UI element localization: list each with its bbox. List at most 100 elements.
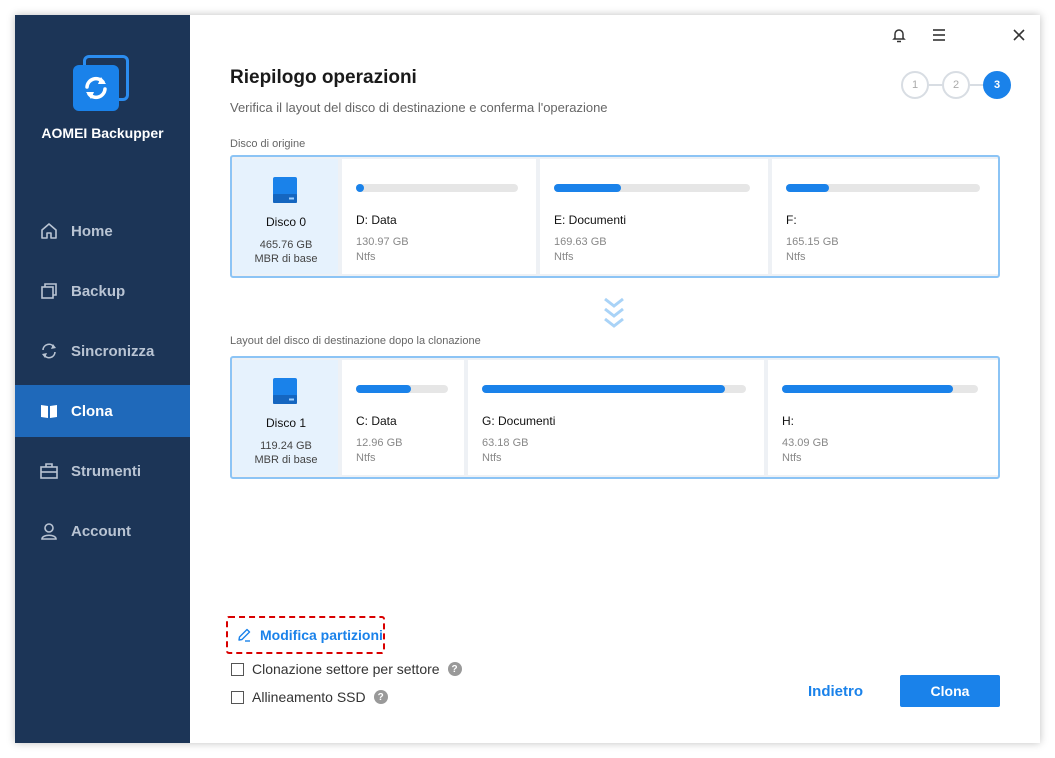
sidebar-item-label: Home bbox=[71, 222, 113, 240]
partition-card[interactable]: F: 165.15 GB Ntfs bbox=[772, 159, 998, 274]
sidebar-nav: Home Backup Sincronizza Clona Strumenti … bbox=[15, 205, 190, 565]
ssd-alignment-option[interactable]: Allineamento SSD ? bbox=[231, 689, 388, 705]
edit-partitions-link[interactable]: Modifica partizioni bbox=[226, 616, 385, 654]
source-disk-card[interactable]: Disco 0 465.76 GB MBR di base D: Data 13… bbox=[230, 155, 1000, 278]
usage-bar bbox=[782, 385, 978, 393]
partition-filesystem: Ntfs bbox=[356, 452, 376, 464]
step-connector bbox=[929, 84, 942, 86]
partition-size: 43.09 GB bbox=[782, 437, 829, 449]
sidebar-item-backup[interactable]: Backup bbox=[15, 265, 190, 317]
pencil-icon bbox=[238, 628, 251, 642]
step-1: 1 bbox=[901, 71, 929, 99]
source-disk-info: Disco 0 465.76 GB MBR di base bbox=[234, 159, 338, 274]
usage-fill bbox=[782, 385, 953, 393]
ssd-alignment-checkbox[interactable] bbox=[231, 690, 244, 704]
help-icon[interactable]: ? bbox=[373, 690, 388, 704]
help-icon[interactable]: ? bbox=[447, 662, 462, 676]
disk-type: MBR di base bbox=[254, 454, 318, 466]
partition-filesystem: Ntfs bbox=[782, 452, 802, 464]
partition-name: H: bbox=[782, 414, 794, 428]
usage-fill bbox=[554, 184, 621, 192]
partition-card[interactable]: D: Data 130.97 GB Ntfs bbox=[342, 159, 536, 274]
hard-disk-icon bbox=[273, 378, 297, 404]
partition-card[interactable]: C: Data 12.96 GB Ntfs bbox=[342, 360, 464, 475]
partition-filesystem: Ntfs bbox=[554, 251, 574, 263]
step-indicator: 1 2 3 bbox=[901, 71, 1011, 99]
back-button[interactable]: Indietro bbox=[808, 683, 863, 700]
disk-type: MBR di base bbox=[254, 253, 318, 265]
clone-button[interactable]: Clona bbox=[900, 675, 1000, 707]
menu-icon[interactable] bbox=[929, 25, 949, 45]
partition-card[interactable]: H: 43.09 GB Ntfs bbox=[768, 360, 998, 475]
close-icon[interactable] bbox=[1009, 25, 1029, 45]
bell-icon[interactable] bbox=[889, 25, 909, 45]
partition-filesystem: Ntfs bbox=[786, 251, 806, 263]
account-icon bbox=[39, 521, 59, 541]
sidebar-item-label: Strumenti bbox=[71, 462, 142, 480]
destination-disk-label: Layout del disco di destinazione dopo la… bbox=[230, 335, 481, 347]
sector-by-sector-option[interactable]: Clonazione settore per settore ? bbox=[231, 661, 462, 677]
chevron-down-icon bbox=[604, 297, 624, 328]
partition-card[interactable]: G: Documenti 63.18 GB Ntfs bbox=[468, 360, 764, 475]
partition-filesystem: Ntfs bbox=[482, 452, 502, 464]
hard-disk-icon bbox=[273, 177, 297, 203]
sync-icon bbox=[39, 341, 59, 361]
sidebar-item-label: Sincronizza bbox=[71, 342, 155, 360]
sidebar-item-sync[interactable]: Sincronizza bbox=[15, 325, 190, 377]
main-panel: Riepilogo operazioni Verifica il layout … bbox=[190, 15, 1040, 743]
sidebar: AOMEI Backupper Home Backup Sincronizza bbox=[15, 15, 190, 743]
sidebar-item-account[interactable]: Account bbox=[15, 505, 190, 557]
usage-fill bbox=[786, 184, 829, 192]
usage-bar bbox=[786, 184, 980, 192]
usage-bar bbox=[482, 385, 746, 393]
destination-disk-card[interactable]: Disco 1 119.24 GB MBR di base C: Data 12… bbox=[230, 356, 1000, 479]
sidebar-item-home[interactable]: Home bbox=[15, 205, 190, 257]
usage-bar bbox=[356, 184, 518, 192]
sidebar-item-label: Account bbox=[71, 522, 131, 540]
partition-name: G: Documenti bbox=[482, 414, 556, 428]
usage-bar bbox=[356, 385, 448, 393]
usage-fill bbox=[482, 385, 725, 393]
partition-card[interactable]: E: Documenti 169.63 GB Ntfs bbox=[540, 159, 768, 274]
disk-name: Disco 1 bbox=[265, 416, 306, 430]
partition-name: E: Documenti bbox=[554, 213, 627, 227]
partition-name: C: Data bbox=[356, 414, 397, 428]
clone-icon bbox=[39, 401, 59, 421]
sector-by-sector-checkbox[interactable] bbox=[231, 662, 244, 676]
partition-size: 63.18 GB bbox=[482, 437, 529, 449]
sidebar-item-tools[interactable]: Strumenti bbox=[15, 445, 190, 497]
page-subtitle: Verifica il layout del disco di destinaz… bbox=[230, 100, 608, 115]
app-window: AOMEI Backupper Home Backup Sincronizza bbox=[15, 15, 1040, 743]
backup-icon bbox=[39, 281, 59, 301]
step-connector bbox=[970, 84, 983, 86]
usage-bar bbox=[554, 184, 750, 192]
partition-size: 165.15 GB bbox=[786, 236, 839, 248]
partition-size: 12.96 GB bbox=[356, 437, 403, 449]
source-disk-label: Disco di origine bbox=[230, 138, 306, 150]
sector-by-sector-label: Clonazione settore per settore bbox=[252, 661, 440, 677]
step-3: 3 bbox=[983, 71, 1011, 99]
sidebar-item-label: Clona bbox=[71, 402, 113, 420]
disk-name: Disco 0 bbox=[265, 215, 306, 229]
app-name: AOMEI Backupper bbox=[41, 125, 164, 141]
partition-name: D: Data bbox=[356, 213, 397, 227]
app-logo bbox=[73, 55, 131, 113]
step-2: 2 bbox=[942, 71, 970, 99]
sidebar-item-label: Backup bbox=[71, 282, 126, 300]
sidebar-item-clone[interactable]: Clona bbox=[15, 385, 190, 437]
partition-size: 169.63 GB bbox=[554, 236, 607, 248]
partition-size: 130.97 GB bbox=[356, 236, 409, 248]
tools-icon bbox=[39, 461, 59, 481]
partition-filesystem: Ntfs bbox=[356, 251, 376, 263]
destination-disk-info: Disco 1 119.24 GB MBR di base bbox=[234, 360, 338, 475]
home-icon bbox=[39, 221, 59, 241]
disk-size: 119.24 GB bbox=[260, 440, 312, 452]
page-title: Riepilogo operazioni bbox=[230, 67, 417, 88]
ssd-alignment-label: Allineamento SSD bbox=[252, 689, 366, 705]
sync-logo-icon bbox=[85, 76, 107, 100]
disk-size: 465.76 GB bbox=[259, 239, 313, 251]
edit-partitions-label: Modifica partizioni bbox=[260, 627, 383, 643]
partition-name: F: bbox=[786, 213, 797, 227]
usage-fill bbox=[356, 184, 365, 192]
usage-fill bbox=[356, 385, 412, 393]
